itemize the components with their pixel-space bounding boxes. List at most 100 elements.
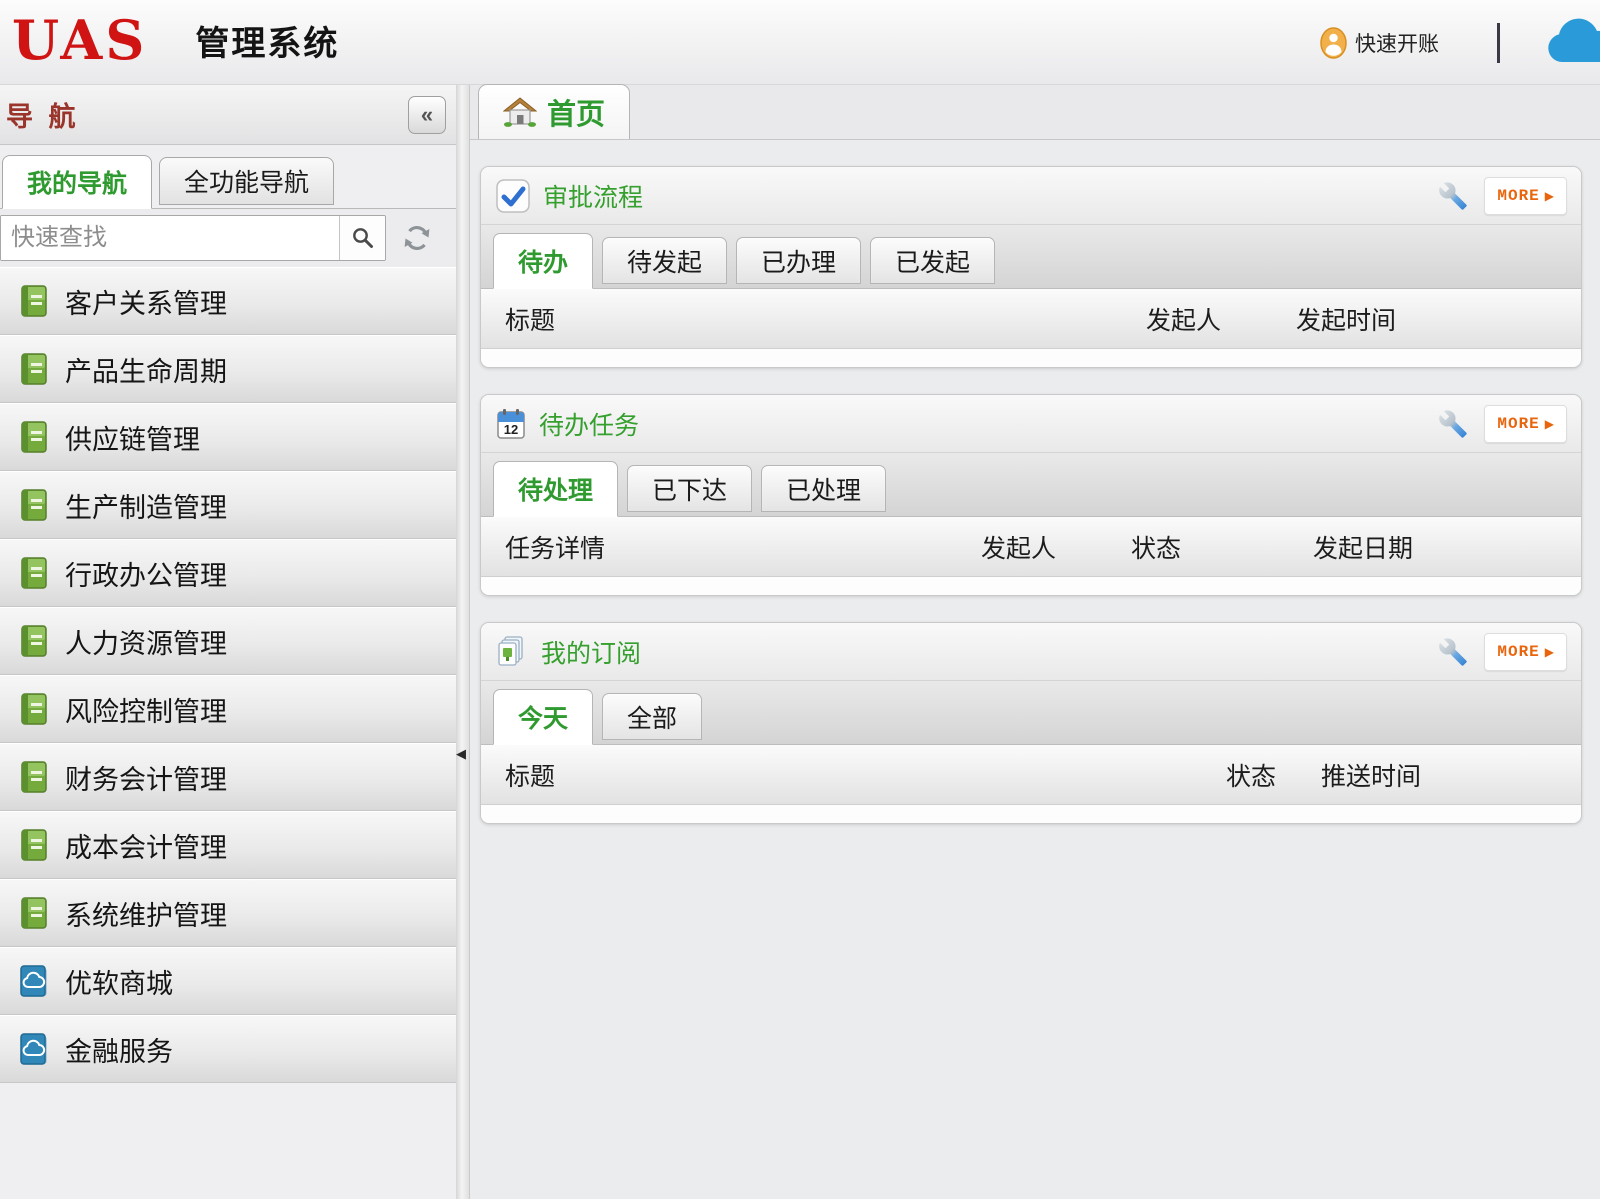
panel-subscriptions-header: 我的订阅 MORE ▶: [481, 623, 1581, 681]
tab-home[interactable]: 首页: [478, 84, 630, 139]
tab-all[interactable]: 全部: [602, 693, 702, 740]
more-label: MORE: [1497, 415, 1539, 433]
book-icon: [18, 692, 49, 727]
logo-area: UAS 管理系统: [12, 10, 339, 70]
quick-account-link[interactable]: 快速开账: [1320, 27, 1439, 59]
sidebar-item-scm[interactable]: 供应链管理: [0, 403, 456, 471]
tab-todo[interactable]: 待办: [493, 233, 593, 289]
tab-initiated[interactable]: 已发起: [870, 237, 995, 284]
sidebar-item-label: 人力资源管理: [65, 622, 227, 661]
page-tab-strip: 首页: [470, 85, 1600, 140]
sidebar-item-mall[interactable]: 优软商城: [0, 947, 456, 1015]
search-button[interactable]: [339, 216, 385, 260]
sidebar-item-financial-accounting[interactable]: 财务会计管理: [0, 743, 456, 811]
panel-tasks-tabs: 待处理 已下达 已处理: [481, 453, 1581, 517]
sidebar-item-label: 金融服务: [65, 1030, 173, 1069]
refresh-icon: [402, 223, 432, 253]
column-status: 状态: [1131, 529, 1313, 565]
subscription-icon: [495, 635, 529, 669]
panel-settings-button[interactable]: [1438, 180, 1468, 212]
column-initiate-date: 发起日期: [1313, 529, 1581, 565]
sidebar-title-row: 导 航 «: [0, 85, 456, 145]
book-icon: [18, 352, 49, 387]
app-title: 管理系统: [195, 16, 339, 65]
more-arrow-icon: ▶: [1545, 189, 1554, 203]
tab-processed[interactable]: 已处理: [761, 465, 886, 512]
approval-check-icon: [495, 178, 531, 214]
more-arrow-icon: ▶: [1545, 645, 1554, 659]
splitter-collapse-arrow[interactable]: ◀: [456, 747, 466, 761]
tab-handled[interactable]: 已办理: [736, 237, 861, 284]
quick-account-label: 快速开账: [1355, 28, 1439, 58]
sidebar-item-crm[interactable]: 客户关系管理: [0, 267, 456, 335]
navigation-sidebar: 导 航 « 我的导航 全功能导航: [0, 85, 456, 1199]
book-icon: [18, 624, 49, 659]
sidebar-title: 导 航: [0, 95, 80, 134]
refresh-button[interactable]: [402, 223, 432, 253]
tab-my-navigation[interactable]: 我的导航: [2, 155, 152, 209]
sidebar-item-label: 优软商城: [65, 962, 173, 1001]
book-icon: [18, 896, 49, 931]
tab-pending[interactable]: 待处理: [493, 461, 618, 517]
sidebar-item-list: 客户关系管理 产品生命周期 供应链管理 生产制造管理 行政办公管理: [0, 267, 456, 1083]
panel-footer: [481, 577, 1581, 595]
sidebar-search-row: [0, 209, 456, 267]
sidebar-item-office-admin[interactable]: 行政办公管理: [0, 539, 456, 607]
column-title: 标题: [481, 301, 1146, 337]
column-push-time: 推送时间: [1321, 757, 1581, 793]
tab-to-initiate[interactable]: 待发起: [602, 237, 727, 284]
calendar-icon: 12: [495, 407, 527, 441]
panel-approval-header: 审批流程 MORE ▶: [481, 167, 1581, 225]
column-status: 状态: [1226, 757, 1321, 793]
panel-footer: [481, 805, 1581, 823]
column-initiator: 发起人: [1146, 301, 1296, 337]
more-arrow-icon: ▶: [1545, 417, 1554, 431]
cloud-icon[interactable]: [1542, 18, 1600, 68]
header-divider: [1497, 23, 1500, 63]
panel-my-subscriptions: 我的订阅 MORE ▶ 今天 全部 标题 状态 推送时间: [480, 622, 1582, 824]
search-input[interactable]: [1, 216, 339, 260]
panel-subscriptions-tabs: 今天 全部: [481, 681, 1581, 745]
sidebar-item-risk-control[interactable]: 风险控制管理: [0, 675, 456, 743]
panel-settings-button[interactable]: [1438, 408, 1468, 440]
sidebar-item-system-maintenance[interactable]: 系统维护管理: [0, 879, 456, 947]
panel-todo-tasks: 12 待办任务 MORE ▶ 待处理 已下达 已处理: [480, 394, 1582, 596]
column-task-detail: 任务详情: [481, 529, 981, 565]
panel-footer: [481, 349, 1581, 367]
subscriptions-table-header: 标题 状态 推送时间: [481, 745, 1581, 805]
book-icon: [18, 556, 49, 591]
sidebar-collapse-button[interactable]: «: [408, 96, 446, 134]
tab-today[interactable]: 今天: [493, 689, 593, 745]
sidebar-item-hr[interactable]: 人力资源管理: [0, 607, 456, 675]
uas-logo: UAS: [12, 10, 147, 70]
sidebar-item-label: 财务会计管理: [65, 758, 227, 797]
book-icon: [18, 284, 49, 319]
panel-settings-button[interactable]: [1438, 636, 1468, 668]
cloud-book-icon: [18, 964, 49, 999]
sidebar-item-label: 系统维护管理: [65, 894, 227, 933]
topbar-right: 快速开账: [1320, 0, 1600, 85]
book-icon: [18, 488, 49, 523]
panel-approval-flow: 审批流程 MORE ▶ 待办 待发起 已办理 已发起 标题: [480, 166, 1582, 368]
sidebar-item-plm[interactable]: 产品生命周期: [0, 335, 456, 403]
sidebar-tabs: 我的导航 全功能导航: [0, 145, 456, 209]
more-label: MORE: [1497, 187, 1539, 205]
book-icon: [18, 828, 49, 863]
column-initiate-time: 发起时间: [1296, 301, 1581, 337]
search-box: [0, 215, 386, 261]
sidebar-item-manufacturing[interactable]: 生产制造管理: [0, 471, 456, 539]
book-icon: [18, 760, 49, 795]
sidebar-item-financial-services[interactable]: 金融服务: [0, 1015, 456, 1083]
more-button[interactable]: MORE ▶: [1484, 633, 1567, 671]
more-button[interactable]: MORE ▶: [1484, 177, 1567, 215]
panel-title: 待办任务: [539, 406, 639, 442]
sidebar-item-cost-accounting[interactable]: 成本会计管理: [0, 811, 456, 879]
tab-issued[interactable]: 已下达: [627, 465, 752, 512]
sidebar-splitter[interactable]: ◀: [456, 85, 470, 1199]
book-icon: [18, 420, 49, 455]
calendar-day: 12: [504, 422, 518, 437]
tab-all-functions[interactable]: 全功能导航: [159, 157, 334, 205]
column-initiator: 发起人: [981, 529, 1131, 565]
top-header: UAS 管理系统 快速开账: [0, 0, 1600, 85]
more-button[interactable]: MORE ▶: [1484, 405, 1567, 443]
